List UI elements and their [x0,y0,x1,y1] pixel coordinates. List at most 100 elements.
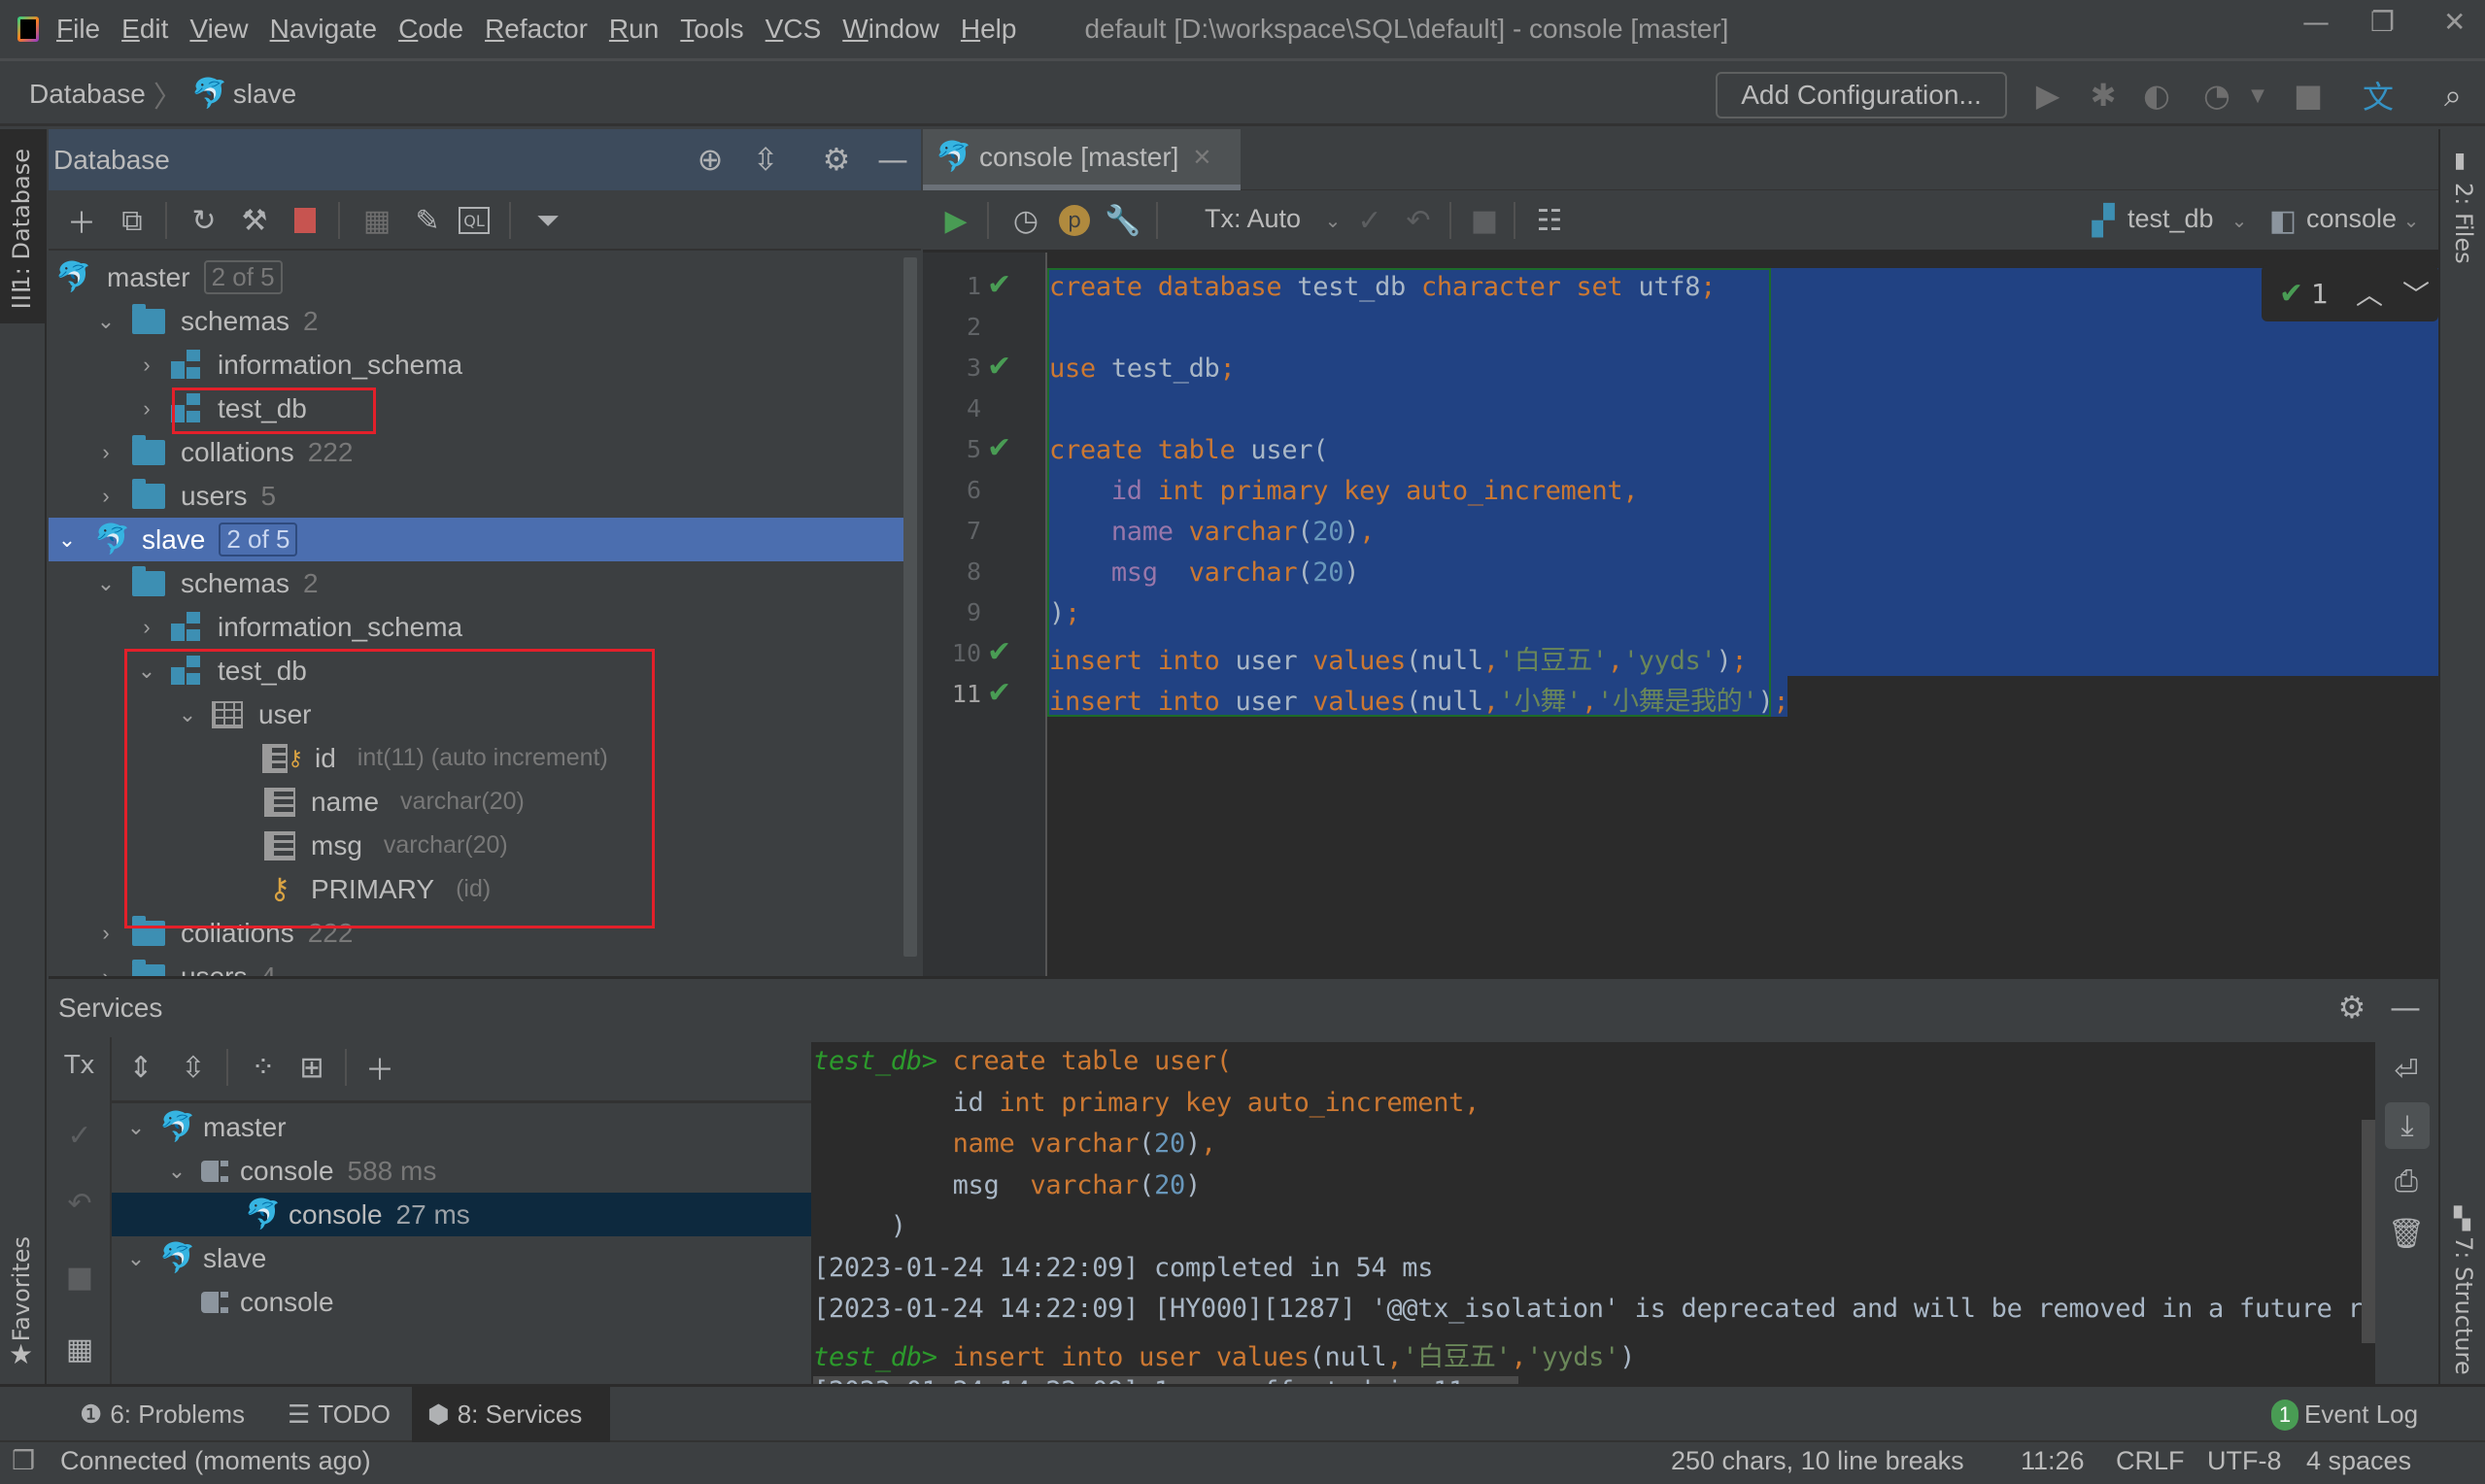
table-editor-icon[interactable]: ▦ [357,200,396,241]
caret-position[interactable]: 11:26 [2021,1446,2085,1476]
print-icon[interactable]: ⎙ [2387,1161,2426,1201]
chevron-down-icon[interactable]: ⌄ [123,1115,149,1140]
debug-icon[interactable]: ✱ [2084,76,2123,115]
chevron-down-icon[interactable]: ⌄ [93,309,119,334]
chevron-right-icon[interactable]: › [134,615,159,640]
menu-tools[interactable]: Tools [680,14,743,45]
database-tool-tab[interactable]: 1: Database [8,149,35,290]
close-tab-icon[interactable]: ✕ [1192,144,1211,171]
tab-services[interactable]: ⬢ 8: Services [412,1387,610,1442]
collapse-all-icon[interactable]: ⇳ [174,1047,213,1088]
expand-all-icon[interactable]: ⇕ [121,1047,160,1088]
rollback-icon[interactable]: ↶ [1399,200,1438,241]
tree-row-information-schema[interactable]: › information_schema [49,605,903,649]
service-row-console-session[interactable]: ⌄ console 588 ms [112,1149,860,1193]
code-editor[interactable]: create database test_db character set ut… [1047,253,2438,976]
execute-icon[interactable]: ▶ [936,200,975,241]
next-highlight-icon[interactable]: ﹀ [2402,274,2430,313]
status-window-icon[interactable]: ❒ [12,1446,35,1476]
chevron-down-icon[interactable]: ⌄ [2220,200,2259,241]
scroll-to-end-icon[interactable]: ⤓ [2385,1102,2430,1149]
new-tab-icon[interactable]: ⊞ [292,1047,331,1088]
profile-icon[interactable]: ◔ [2197,76,2236,115]
gear-icon[interactable]: ⚙ [2332,987,2372,1028]
console-output[interactable]: test_db> create table user( id int prima… [811,1042,2375,1387]
stop-icon[interactable]: ■ [60,1257,99,1298]
tree-row-schemas[interactable]: ⌄ schemas 2 [49,299,903,343]
explain-plan-icon[interactable]: p [1055,200,1094,241]
tree-row-users[interactable]: › users 5 [49,474,903,518]
chevron-down-icon[interactable]: ⌄ [93,571,119,596]
clear-trash-icon[interactable]: 🗑 [2387,1213,2426,1254]
filter-icon[interactable]: ⏷ [528,200,567,241]
tab-console-master[interactable]: 🐬 console [master] ✕ [923,129,1241,190]
chevron-down-icon[interactable]: ⌄ [164,1159,189,1184]
structure-tool-tab[interactable]: 7: Structure [2450,1236,2477,1375]
collapse-all-icon[interactable]: ⇳ [745,139,786,180]
cancel-stop-icon[interactable]: ■ [1465,200,1504,241]
search-icon[interactable]: ⌕ [2434,76,2472,115]
group-by-icon[interactable]: ⁘ [244,1047,283,1088]
session-selector[interactable]: console [2306,204,2397,234]
tree-row-users[interactable]: › users 4 [49,955,903,976]
breadcrumb-database[interactable]: Database [29,79,146,110]
chevron-down-icon[interactable]: ▼ [2238,76,2277,115]
console-scrollbar[interactable] [2362,1120,2375,1343]
disconnect-icon[interactable] [286,200,324,241]
chevron-down-icon[interactable]: ⌄ [1313,200,1352,241]
chevron-right-icon[interactable]: › [93,440,119,465]
menu-navigate[interactable]: Navigate [270,14,378,45]
layout-icon[interactable]: ▦ [60,1329,99,1369]
chevron-right-icon[interactable]: › [93,484,119,509]
locate-crosshair-icon[interactable]: ⊕ [690,139,731,180]
restore-icon[interactable]: ❐ [2370,6,2395,38]
indent-setting[interactable]: 4 spaces [2306,1446,2411,1476]
service-row-master[interactable]: ⌄ 🐬 master [112,1105,860,1149]
files-tool-tab[interactable]: 2: Files [2450,183,2477,264]
menu-file[interactable]: File [56,14,100,45]
edit-icon[interactable]: ✎ [408,200,447,241]
chevron-right-icon[interactable]: › [93,921,119,946]
gear-icon[interactable]: ⚙ [816,139,857,180]
service-row-slave[interactable]: ⌄ 🐬 slave [112,1236,860,1280]
chevron-down-icon[interactable]: ⌄ [54,527,80,553]
menu-view[interactable]: View [189,14,248,45]
duplicate-icon[interactable]: ⧉ [113,200,152,241]
chevron-right-icon[interactable]: › [134,396,159,422]
previous-highlight-icon[interactable]: ︿ [2356,274,2383,313]
menu-help[interactable]: Help [961,14,1017,45]
database-properties-icon[interactable]: ⚒ [235,200,274,241]
database-stripe-button[interactable]: 1: Database ☰ [0,129,45,323]
run-icon[interactable]: ▶ [2028,76,2067,115]
event-log-button[interactable]: 1 Event Log [2271,1387,2418,1442]
history-clock-icon[interactable]: ◷ [1006,200,1045,241]
menu-window[interactable]: Window [842,14,939,45]
menu-refactor[interactable]: Refactor [485,14,588,45]
tree-row-schemas[interactable]: ⌄ schemas 2 [49,561,903,605]
transaction-mode-dropdown[interactable]: Tx: Auto [1205,204,1301,234]
transaction-mode-icon[interactable]: Tx [60,1045,99,1086]
minimize-icon[interactable]: — [2302,6,2330,38]
stop-icon[interactable]: ■ [2289,76,2328,115]
settings-wrench-icon[interactable]: 🔧 [1104,200,1142,241]
menu-run[interactable]: Run [609,14,659,45]
file-encoding[interactable]: UTF-8 [2207,1446,2282,1476]
commit-check-icon[interactable]: ✓ [1350,200,1389,241]
tab-problems[interactable]: ❶ 6: Problems [70,1387,255,1442]
tab-todo[interactable]: ☰ TODO [278,1387,400,1442]
tree-row-information-schema[interactable]: › information_schema [49,343,903,387]
tree-row-master[interactable]: 🐬 master 2 of 5 [49,255,903,299]
add-icon[interactable]: ＋ [62,200,101,241]
service-row-slave-console[interactable]: console [112,1280,860,1324]
rollback-icon[interactable]: ↶ [60,1183,99,1224]
inspection-widget[interactable]: ✔ 1 ︿ ﹀ [2262,265,2438,321]
favorites-tool-tab[interactable]: Favorites [8,1236,35,1341]
add-configuration-button[interactable]: Add Configuration... [1716,72,2007,118]
tree-row-collations[interactable]: › collations 222 [49,430,903,474]
chevron-right-icon[interactable]: › [93,964,119,977]
translate-icon[interactable]: 文 [2359,76,2398,116]
output-layout-icon[interactable]: ☷ [1530,200,1569,241]
hide-panel-icon[interactable]: — [872,139,913,180]
breadcrumb-slave[interactable]: slave [233,79,296,110]
chevron-right-icon[interactable]: › [134,353,159,378]
